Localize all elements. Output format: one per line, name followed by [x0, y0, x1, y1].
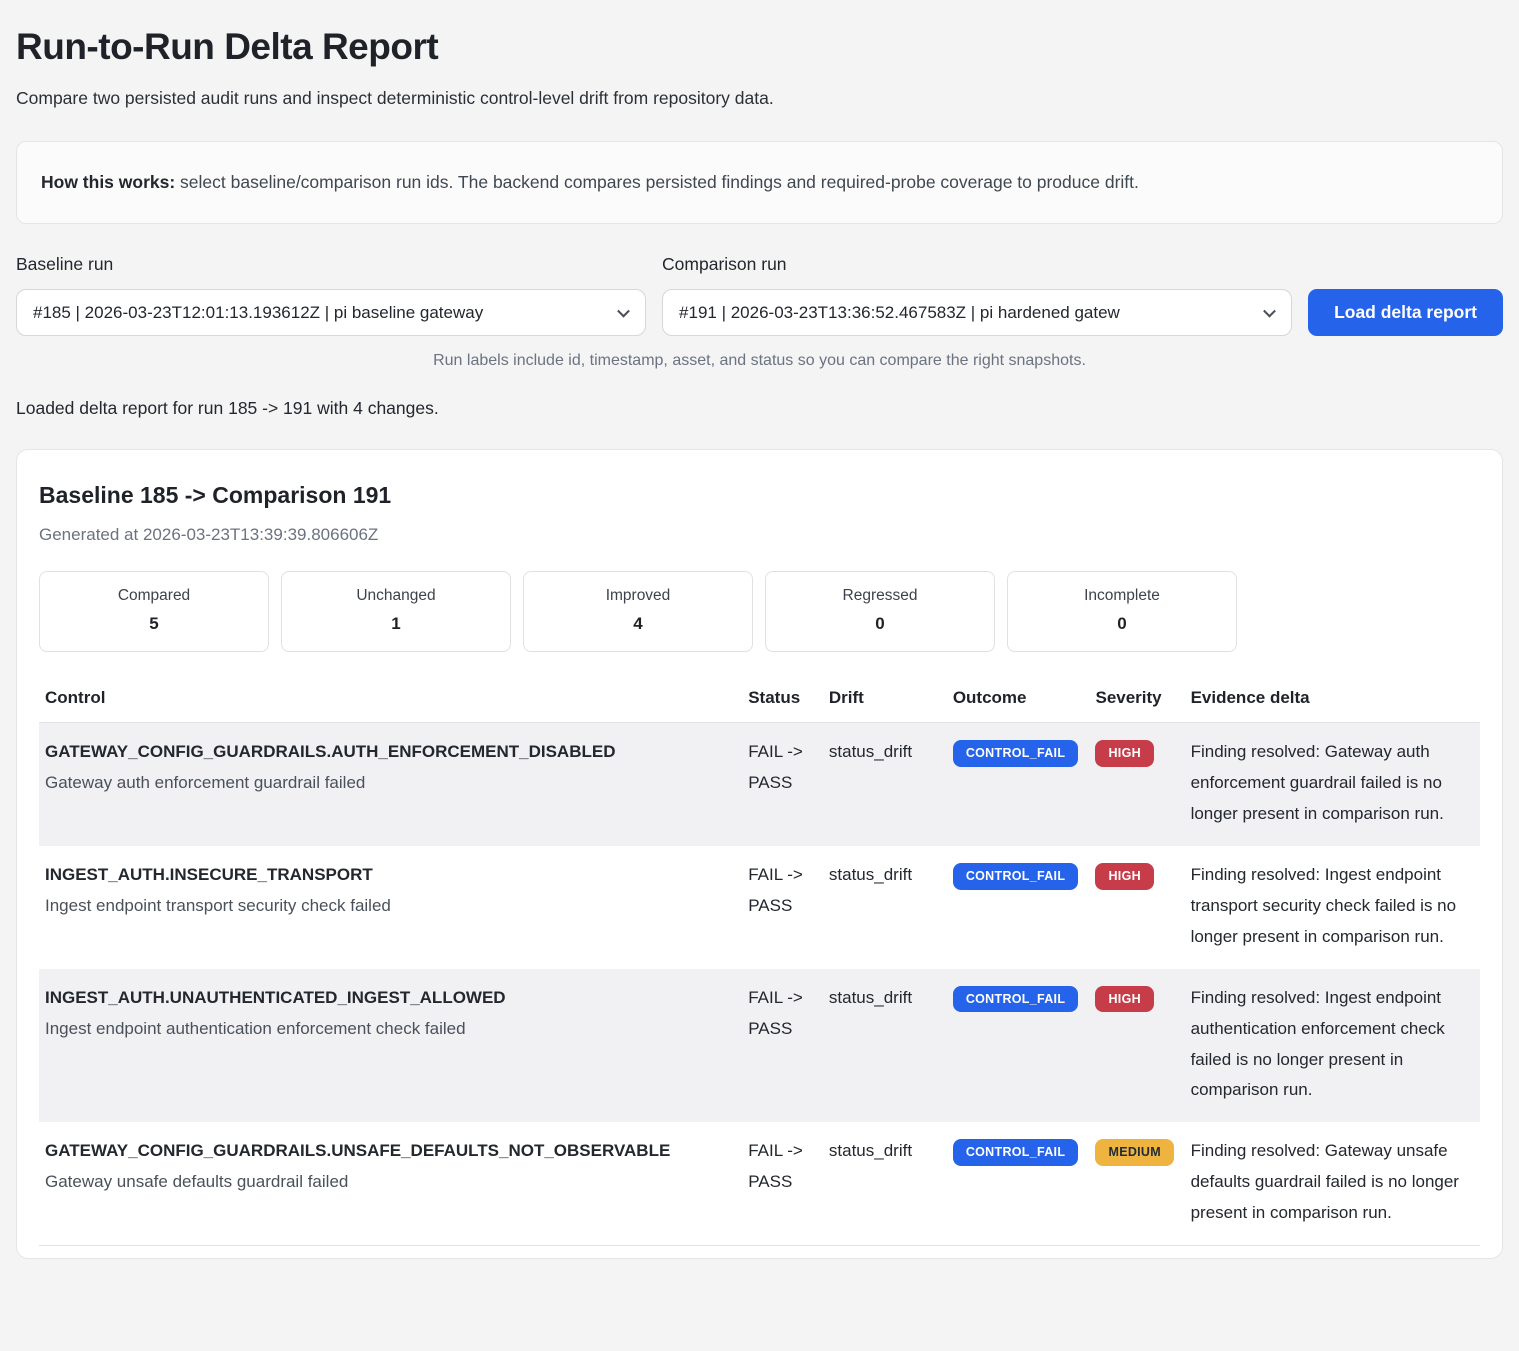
severity-cell: HIGH	[1089, 969, 1184, 1123]
outcome-cell: CONTROL_FAIL	[947, 1122, 1090, 1245]
baseline-run-field: Baseline run #185 | 2026-03-23T12:01:13.…	[16, 254, 646, 336]
control-description: Ingest endpoint authentication enforceme…	[45, 1014, 734, 1045]
status-cell: FAIL -> PASS	[742, 846, 823, 969]
status-cell: FAIL -> PASS	[742, 1122, 823, 1245]
column-header: Drift	[823, 680, 947, 723]
column-header: Outcome	[947, 680, 1090, 723]
info-text: How this works: select baseline/comparis…	[41, 172, 1478, 193]
stat-box-incomplete: Incomplete 0	[1007, 571, 1237, 652]
evidence-delta-cell: Finding resolved: Gateway unsafe default…	[1185, 1122, 1480, 1245]
severity-cell: MEDIUM	[1089, 1122, 1184, 1245]
column-header: Status	[742, 680, 823, 723]
outcome-badge: CONTROL_FAIL	[953, 740, 1078, 767]
drift-cell: status_drift	[823, 723, 947, 846]
control-cell: INGEST_AUTH.INSECURE_TRANSPORTIngest end…	[39, 846, 742, 969]
stats-row: Compared5Unchanged1Improved4Regressed0In…	[39, 571, 1480, 652]
severity-badge: HIGH	[1095, 986, 1153, 1013]
page-subtitle: Compare two persisted audit runs and ins…	[16, 88, 1503, 109]
control-id: INGEST_AUTH.INSECURE_TRANSPORT	[45, 860, 734, 891]
loaded-status-message: Loaded delta report for run 185 -> 191 w…	[16, 398, 1503, 419]
severity-badge: HIGH	[1095, 740, 1153, 767]
outcome-badge: CONTROL_FAIL	[953, 986, 1078, 1013]
table-body: GATEWAY_CONFIG_GUARDRAILS.AUTH_ENFORCEME…	[39, 723, 1480, 1246]
stat-label: Regressed	[766, 587, 994, 605]
info-body: select baseline/comparison run ids. The …	[175, 172, 1139, 192]
stat-value: 1	[282, 614, 510, 634]
outcome-cell: CONTROL_FAIL	[947, 969, 1090, 1123]
control-id: GATEWAY_CONFIG_GUARDRAILS.UNSAFE_DEFAULT…	[45, 1136, 734, 1167]
control-cell: GATEWAY_CONFIG_GUARDRAILS.UNSAFE_DEFAULT…	[39, 1122, 742, 1245]
control-description: Ingest endpoint transport security check…	[45, 891, 734, 922]
run-label-helper: Run labels include id, timestamp, asset,…	[16, 352, 1503, 370]
stat-label: Unchanged	[282, 587, 510, 605]
control-cell: INGEST_AUTH.UNAUTHENTICATED_INGEST_ALLOW…	[39, 969, 742, 1123]
control-id: INGEST_AUTH.UNAUTHENTICATED_INGEST_ALLOW…	[45, 983, 734, 1014]
table-header-row: ControlStatusDriftOutcomeSeverityEvidenc…	[39, 680, 1480, 723]
stat-value: 0	[766, 614, 994, 634]
stat-value: 5	[40, 614, 268, 634]
delta-report-card: Baseline 185 -> Comparison 191 Generated…	[16, 449, 1503, 1259]
stat-value: 4	[524, 614, 752, 634]
evidence-delta-cell: Finding resolved: Gateway auth enforceme…	[1185, 723, 1480, 846]
severity-cell: HIGH	[1089, 846, 1184, 969]
column-header: Severity	[1089, 680, 1184, 723]
stat-value: 0	[1008, 614, 1236, 634]
report-generated-timestamp: Generated at 2026-03-23T13:39:39.806606Z	[39, 525, 1480, 545]
drift-cell: status_drift	[823, 1122, 947, 1245]
evidence-delta-cell: Finding resolved: Ingest endpoint authen…	[1185, 969, 1480, 1123]
stat-box-regressed: Regressed 0	[765, 571, 995, 652]
table-row: INGEST_AUTH.UNAUTHENTICATED_INGEST_ALLOW…	[39, 969, 1480, 1123]
evidence-delta-cell: Finding resolved: Ingest endpoint transp…	[1185, 846, 1480, 969]
load-delta-report-button[interactable]: Load delta report	[1308, 289, 1503, 336]
control-description: Gateway auth enforcement guardrail faile…	[45, 768, 734, 799]
stat-box-compared: Compared 5	[39, 571, 269, 652]
outcome-cell: CONTROL_FAIL	[947, 846, 1090, 969]
control-id: GATEWAY_CONFIG_GUARDRAILS.AUTH_ENFORCEME…	[45, 737, 734, 768]
column-header: Evidence delta	[1185, 680, 1480, 723]
stat-label: Compared	[40, 587, 268, 605]
page-title: Run-to-Run Delta Report	[16, 26, 1503, 68]
table-row: GATEWAY_CONFIG_GUARDRAILS.AUTH_ENFORCEME…	[39, 723, 1480, 846]
info-label: How this works:	[41, 172, 175, 192]
stat-box-unchanged: Unchanged 1	[281, 571, 511, 652]
comparison-select-wrap: #191 | 2026-03-23T13:36:52.467583Z | pi …	[662, 289, 1292, 336]
severity-badge: HIGH	[1095, 863, 1153, 890]
baseline-select-wrap: #185 | 2026-03-23T12:01:13.193612Z | pi …	[16, 289, 646, 336]
drift-cell: status_drift	[823, 846, 947, 969]
info-box: How this works: select baseline/comparis…	[16, 141, 1503, 224]
baseline-run-label: Baseline run	[16, 254, 646, 275]
column-header: Control	[39, 680, 742, 723]
control-cell: GATEWAY_CONFIG_GUARDRAILS.AUTH_ENFORCEME…	[39, 723, 742, 846]
status-cell: FAIL -> PASS	[742, 723, 823, 846]
baseline-run-select[interactable]: #185 | 2026-03-23T12:01:13.193612Z | pi …	[16, 289, 646, 336]
table-row: GATEWAY_CONFIG_GUARDRAILS.UNSAFE_DEFAULT…	[39, 1122, 1480, 1245]
drift-cell: status_drift	[823, 969, 947, 1123]
severity-badge: MEDIUM	[1095, 1139, 1174, 1166]
stat-box-improved: Improved 4	[523, 571, 753, 652]
table-row: INGEST_AUTH.INSECURE_TRANSPORTIngest end…	[39, 846, 1480, 969]
comparison-run-label: Comparison run	[662, 254, 1292, 275]
control-description: Gateway unsafe defaults guardrail failed	[45, 1167, 734, 1198]
stat-label: Improved	[524, 587, 752, 605]
severity-cell: HIGH	[1089, 723, 1184, 846]
outcome-badge: CONTROL_FAIL	[953, 1139, 1078, 1166]
comparison-run-select[interactable]: #191 | 2026-03-23T13:36:52.467583Z | pi …	[662, 289, 1292, 336]
run-selection-row: Baseline run #185 | 2026-03-23T12:01:13.…	[16, 254, 1503, 336]
outcome-cell: CONTROL_FAIL	[947, 723, 1090, 846]
report-heading: Baseline 185 -> Comparison 191	[39, 482, 1480, 509]
comparison-run-field: Comparison run #191 | 2026-03-23T13:36:5…	[662, 254, 1292, 336]
outcome-badge: CONTROL_FAIL	[953, 863, 1078, 890]
stat-label: Incomplete	[1008, 587, 1236, 605]
delta-table: ControlStatusDriftOutcomeSeverityEvidenc…	[39, 680, 1480, 1246]
status-cell: FAIL -> PASS	[742, 969, 823, 1123]
